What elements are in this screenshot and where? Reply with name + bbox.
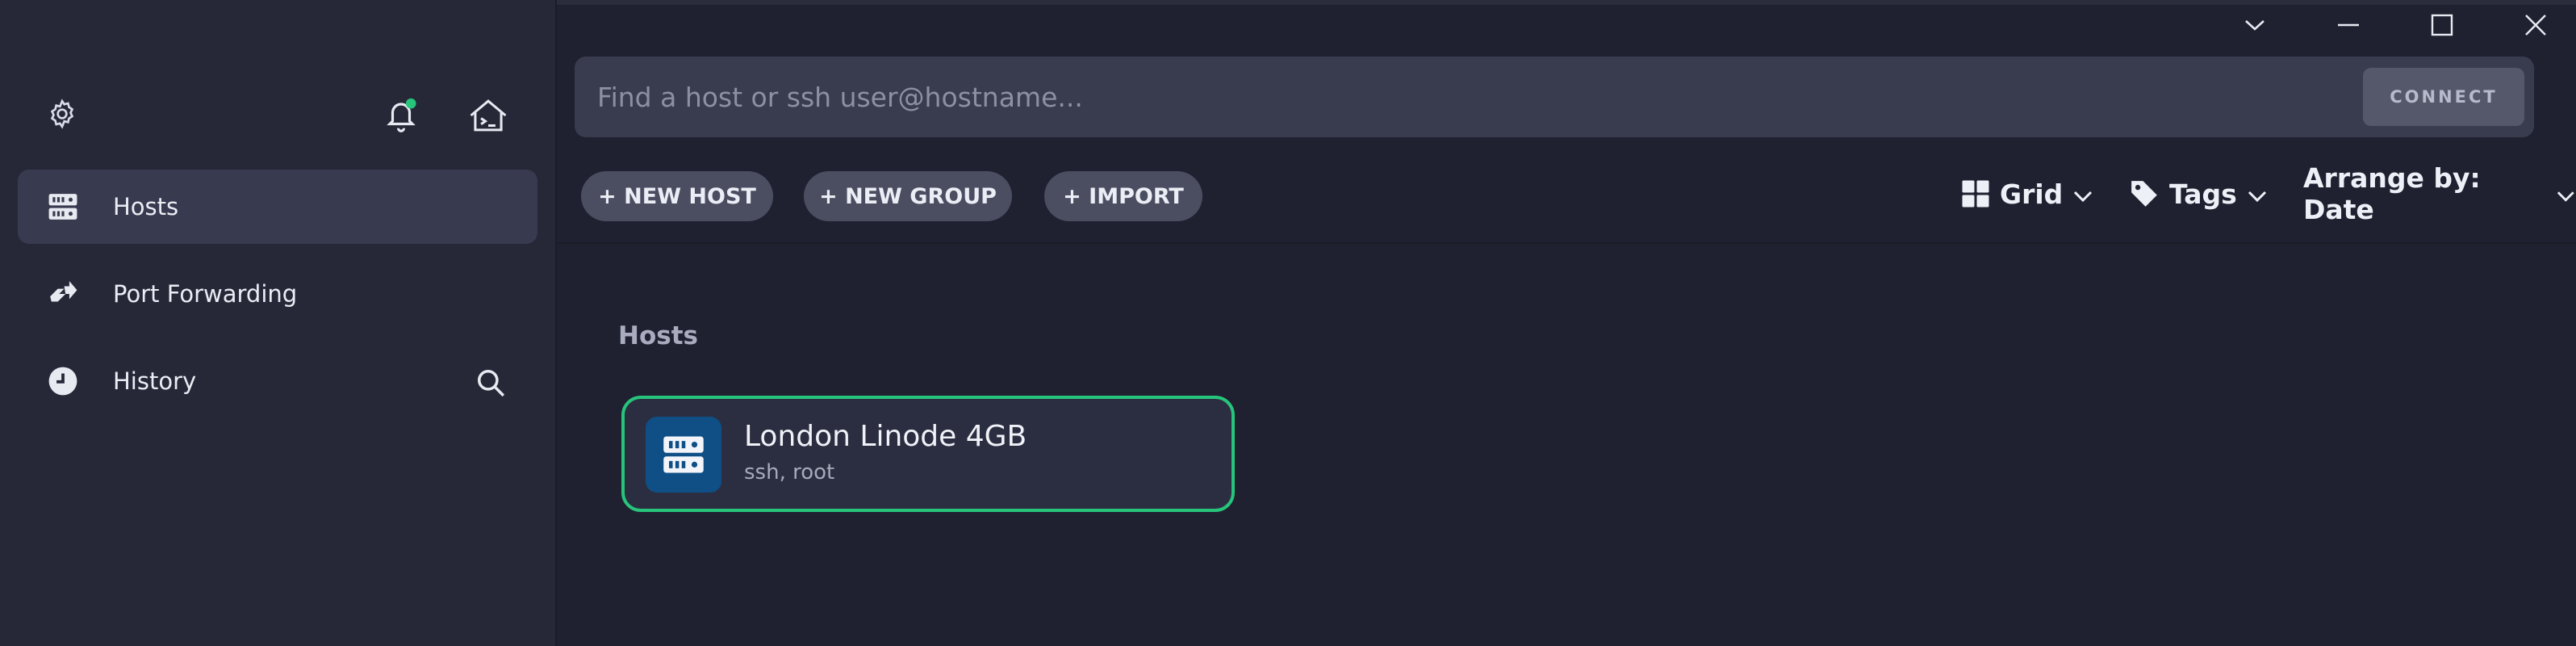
minimize-icon	[2338, 23, 2359, 27]
grid-icon	[1962, 180, 1989, 208]
arrange-by-label: Arrange by: Date	[2303, 162, 2481, 225]
local-terminal-button[interactable]	[465, 95, 512, 136]
hosts-section-title: Hosts	[618, 321, 698, 350]
close-button[interactable]	[2511, 6, 2560, 44]
tags-label: Tags	[2169, 178, 2237, 210]
import-button[interactable]: + IMPORT	[1044, 171, 1202, 221]
arrange-by-dropdown[interactable]: Arrange by: Date	[2303, 162, 2576, 225]
sidebar-item-hosts[interactable]: Hosts	[18, 170, 537, 244]
notifications-button[interactable]	[381, 95, 421, 136]
chevron-down-icon	[2557, 191, 2575, 202]
chevron-down-icon	[2245, 20, 2264, 31]
notification-dot	[405, 98, 416, 109]
tag-icon	[2131, 181, 2157, 207]
sidebar-item-history[interactable]: History	[18, 344, 537, 418]
minimize-button[interactable]	[2324, 6, 2373, 44]
clock-icon	[45, 363, 81, 399]
bell-icon	[387, 98, 416, 132]
new-group-button[interactable]: + NEW GROUP	[804, 171, 1012, 221]
connect-button[interactable]: CONNECT	[2363, 68, 2524, 126]
search-icon	[478, 370, 505, 397]
toolbar: + NEW HOST + NEW GROUP + IMPORT Grid Tag…	[557, 145, 2576, 244]
close-icon	[2525, 15, 2546, 36]
chevron-down-icon	[2248, 191, 2266, 203]
maximize-icon	[2431, 14, 2453, 36]
host-details: ssh, root	[744, 460, 835, 484]
main-panel: CONNECT + NEW HOST + NEW GROUP + IMPORT …	[557, 0, 2576, 646]
host-card-london-linode[interactable]: London Linode 4GB ssh, root	[621, 396, 1235, 512]
chevron-down-icon	[2074, 191, 2093, 203]
tags-dropdown[interactable]: Tags	[2129, 168, 2268, 220]
view-mode-label: Grid	[2000, 178, 2064, 210]
server-icon	[646, 417, 721, 493]
host-name: London Linode 4GB	[744, 420, 1027, 453]
window-menu-button[interactable]	[2231, 6, 2279, 44]
port-forward-icon	[45, 276, 81, 312]
sidebar-item-label: History	[113, 367, 197, 395]
settings-button[interactable]	[44, 95, 81, 132]
gear-icon	[50, 99, 74, 129]
sidebar-item-port-forwarding[interactable]: Port Forwarding	[18, 257, 537, 331]
new-host-button[interactable]: + NEW HOST	[581, 171, 773, 221]
sidebar: Hosts Port Forwarding History	[0, 0, 557, 646]
history-search-button[interactable]	[473, 365, 508, 401]
terminal-home-icon	[470, 99, 507, 132]
server-icon	[45, 189, 81, 224]
view-mode-dropdown[interactable]: Grid	[1961, 168, 2093, 220]
maximize-button[interactable]	[2418, 6, 2466, 44]
host-search-input[interactable]	[575, 57, 2350, 137]
sidebar-item-label: Hosts	[113, 193, 179, 220]
sidebar-item-label: Port Forwarding	[113, 280, 298, 308]
search-bar: CONNECT	[575, 57, 2534, 137]
